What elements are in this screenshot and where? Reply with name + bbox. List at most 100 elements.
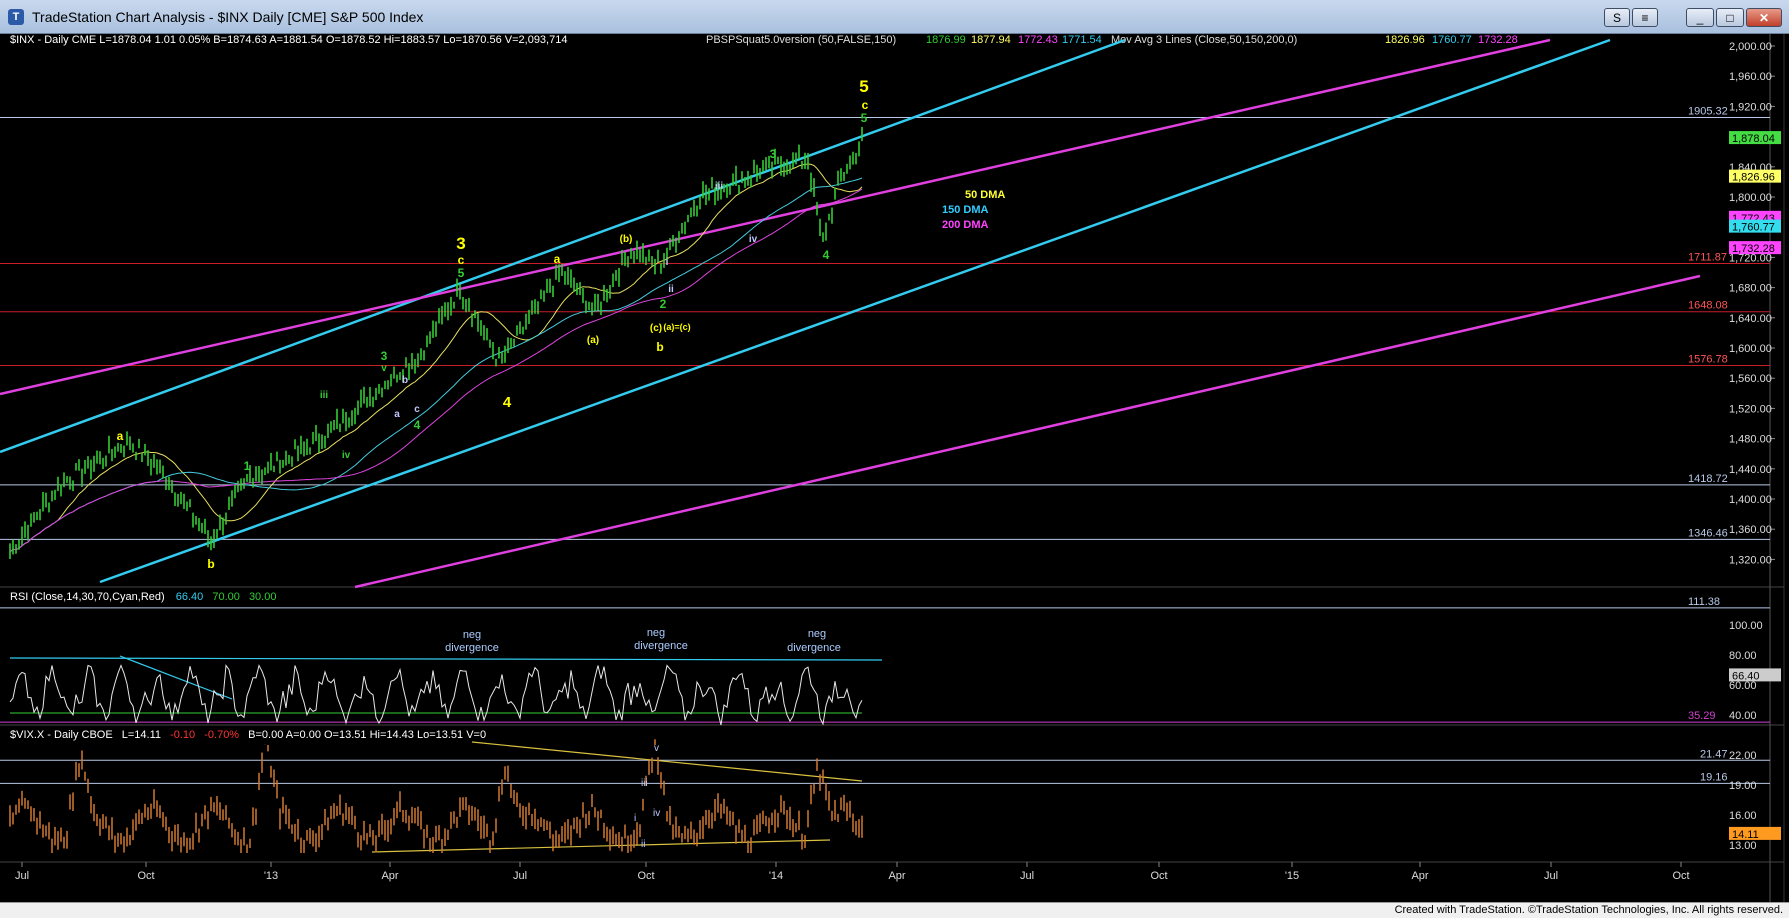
wave-label: 3 [770,147,777,161]
annotation-neg: neg [647,627,665,639]
wave-label: b [207,557,214,571]
ma-value: 1826.96 [1385,34,1425,46]
price-tick-label: 1,360.00 [1729,524,1772,536]
price-tick-label: 1,680.00 [1729,283,1772,295]
vix-wave-iv: iv [653,808,660,819]
vix-level-label: 19.16 [1700,771,1728,783]
wave-label: b [402,375,408,386]
level-label: 1648.08 [1688,300,1728,312]
wave-label: i [666,257,669,268]
rsi-level-label: 111.38 [1688,596,1720,608]
vix-tick-label: 19.00 [1729,780,1757,792]
time-tick-label: Apr [888,870,905,882]
close-button[interactable]: ✕ [1746,8,1782,27]
price-header: $INX - Daily CME L=1878.04 1.01 0.05% B=… [10,34,567,46]
time-tick-label: '13 [264,870,278,882]
wave-label: 4 [414,418,421,432]
minimize-button[interactable]: _ [1686,8,1714,27]
wave-label: 3 [456,234,465,253]
wave-label: iv [342,450,351,461]
legend-150dma: 150 DMA [942,204,989,216]
price-tick-label: 1,480.00 [1729,434,1772,446]
wave-label: c [862,98,869,112]
vix-wave-i: i [634,813,636,824]
wave-label: 5 [458,266,465,280]
current-price-tag-label: 1,878.04 [1732,133,1775,145]
ma-value: 1732.28 [1478,34,1518,46]
annotation-neg: neg [463,629,481,641]
price-tick-label: 1,440.00 [1729,464,1772,476]
level-label: 1346.46 [1688,527,1728,539]
price-tick-label: 1,400.00 [1729,494,1772,506]
annotation-divergence: divergence [445,642,499,654]
time-tick-label: Jul [1544,870,1558,882]
wave-label: (a) [587,335,599,346]
wave-label: b [656,340,663,354]
wave-label: (a)=(c) [663,322,690,332]
study-header: PBSPSquat5.0version (50,FALSE,150) [706,34,896,46]
wave-label: a [394,409,400,420]
time-tick-label: Oct [137,870,154,882]
legend-50dma: 50 DMA [965,189,1005,201]
chart-area[interactable]: $INX - Daily CME L=1878.04 1.01 0.05% B=… [0,34,1789,902]
rsi-header: RSI (Close,14,30,70,Cyan,Red) 66.40 70.0… [10,591,276,603]
vix-tick-label: 16.00 [1729,810,1757,822]
rsi-level-label: 35.29 [1688,710,1716,722]
wave-label: c [414,404,420,415]
credit-text: Created with TradeStation. ©TradeStation… [1394,904,1783,916]
annotation-divergence: divergence [787,642,841,654]
time-tick-label: Oct [1150,870,1167,882]
wave-label: 4 [823,248,830,262]
legend-200dma: 200 DMA [942,219,989,231]
ma-header: Mov Avg 3 Lines (Close,50,150,200,0) [1111,34,1297,46]
maximize-button[interactable]: □ [1716,8,1744,27]
vix-tick-label: 13.00 [1729,840,1757,852]
wave-label: (b) [620,234,633,245]
wave-label: iii [715,181,724,192]
time-tick-label: '14 [769,870,783,882]
time-tick-label: Jul [513,870,527,882]
wave-label: ii [668,284,674,295]
annotation-neg: neg [808,628,826,640]
ma-value: 1760.77 [1432,34,1472,46]
vix-level-label: 21.47 [1700,748,1728,760]
wave-label: c [458,253,465,267]
wave-label: iii [320,390,329,401]
vix-header: $VIX.X - Daily CBOE L=14.11 -0.10 -0.70%… [10,729,486,741]
rsi-tick-label: 80.00 [1729,650,1757,662]
price-tick-label: 1,520.00 [1729,403,1772,415]
wave-label: 1 [244,459,251,473]
price-tick-label: 1,320.00 [1729,554,1772,566]
wave-label: 4 [503,394,512,411]
study-value: 1876.99 [926,34,966,46]
study-value: 1771.54 [1062,34,1102,46]
study-value: 1772.43 [1018,34,1058,46]
time-tick-label: Jul [15,870,29,882]
wave-label: 5 [859,77,868,96]
symbol-link-button[interactable]: S [1604,8,1630,27]
price-tick-label: 2,000.00 [1729,41,1772,53]
wave-label: iv [749,234,758,245]
vix-wave-ii: ii [641,839,645,850]
price-tick-label: 1,560.00 [1729,373,1772,385]
price-tick-label: 1,600.00 [1729,343,1772,355]
ma-tag-label: 1,826.96 [1732,172,1775,184]
price-tick-label: 1,920.00 [1729,101,1772,113]
tradestation-icon: T [8,9,24,25]
wave-label: v [381,363,387,374]
time-tick-label: Apr [381,870,398,882]
wave-label: 3 [381,349,388,363]
vix-tick-label: 22.00 [1729,750,1757,762]
ma-tag-label: 1,732.28 [1732,243,1775,255]
rsi-tick-label: 40.00 [1729,710,1757,722]
time-tick-label: Oct [1672,870,1689,882]
time-tick-label: Oct [637,870,654,882]
level-label: 1576.78 [1688,354,1728,366]
ma-tag-label: 1,760.77 [1732,222,1775,234]
vix-wave-v: v [654,743,659,754]
menu-button[interactable]: ≡ [1632,8,1658,27]
level-label: 1711.87 [1688,252,1727,264]
vix-value-tag-label: 14.11 [1732,829,1759,841]
wave-label: 5 [861,111,868,125]
wave-label: a [554,252,561,266]
